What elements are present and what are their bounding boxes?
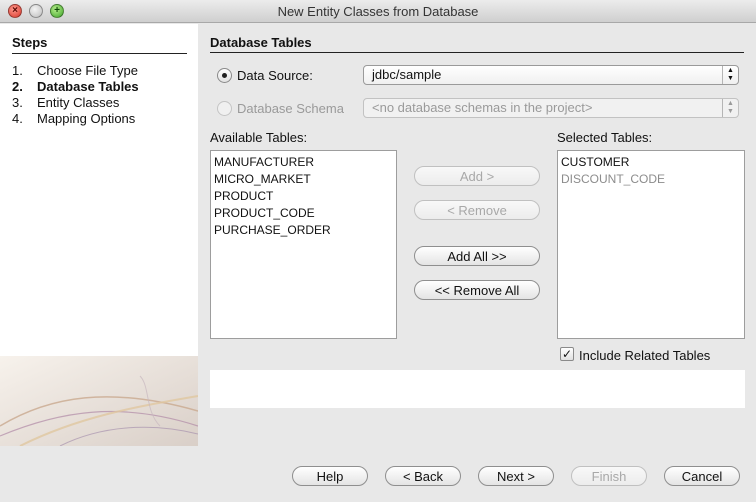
panel-title: Database Tables (210, 35, 744, 53)
data-source-label: Data Source: (237, 68, 313, 83)
add-button[interactable]: Add > (414, 166, 540, 186)
add-all-button[interactable]: Add All >> (414, 246, 540, 266)
selected-tables-label: Selected Tables: (557, 130, 653, 145)
include-related-tables-checkbox[interactable]: ✓ (560, 347, 574, 361)
database-schema-label: Database Schema (237, 101, 344, 116)
cancel-button[interactable]: Cancel (664, 466, 740, 486)
list-item[interactable]: PURCHASE_ORDER (211, 222, 396, 239)
window-title-bar: × + New Entity Classes from Database (0, 0, 756, 23)
available-tables-list[interactable]: MANUFACTURER MICRO_MARKET PRODUCT PRODUC… (210, 150, 397, 339)
step-number: 4. (12, 111, 23, 126)
help-button[interactable]: Help (292, 466, 368, 486)
database-tables-panel: Database Tables Data Source: jdbc/sample… (198, 24, 756, 502)
back-button[interactable]: < Back (385, 466, 461, 486)
step-choose-file-type: 1. Choose File Type (12, 63, 138, 78)
step-label: Entity Classes (37, 95, 120, 110)
data-source-radio[interactable] (217, 68, 232, 83)
window-title: New Entity Classes from Database (277, 4, 479, 19)
data-source-value: jdbc/sample (372, 67, 442, 82)
decorative-swoosh-graphic (0, 356, 198, 446)
updown-arrows-icon: ▲ ▼ (722, 99, 738, 117)
message-area (210, 370, 745, 408)
include-related-tables-label: Include Related Tables (579, 348, 711, 363)
list-item[interactable]: DISCOUNT_CODE (558, 171, 744, 188)
list-item[interactable]: MICRO_MARKET (211, 171, 396, 188)
step-database-tables: 2. Database Tables (12, 79, 139, 94)
list-item[interactable]: PRODUCT (211, 188, 396, 205)
list-item[interactable]: PRODUCT_CODE (211, 205, 396, 222)
step-entity-classes: 3. Entity Classes (12, 95, 119, 110)
list-item[interactable]: CUSTOMER (558, 154, 744, 171)
zoom-icon[interactable]: + (50, 4, 64, 18)
database-schema-value: <no database schemas in the project> (372, 100, 593, 115)
steps-sidebar: Steps 1. Choose File Type 2. Database Tabl… (0, 24, 198, 446)
step-label: Mapping Options (37, 111, 136, 126)
remove-button[interactable]: < Remove (414, 200, 540, 220)
step-number: 1. (12, 63, 23, 78)
minimize-icon[interactable] (29, 4, 43, 18)
step-label: Database Tables (37, 79, 139, 94)
updown-arrows-icon: ▲ ▼ (722, 66, 738, 84)
step-number: 3. (12, 95, 23, 110)
close-icon[interactable]: × (8, 4, 22, 18)
finish-button[interactable]: Finish (571, 466, 647, 486)
step-number: 2. (12, 79, 23, 94)
available-tables-label: Available Tables: (210, 130, 308, 145)
selected-tables-list[interactable]: CUSTOMER DISCOUNT_CODE (557, 150, 745, 339)
steps-title: Steps (12, 35, 187, 54)
next-button[interactable]: Next > (478, 466, 554, 486)
step-label: Choose File Type (37, 63, 138, 78)
database-schema-radio[interactable] (217, 101, 232, 116)
step-mapping-options: 4. Mapping Options (12, 111, 135, 126)
data-source-select[interactable]: jdbc/sample ▲ ▼ (363, 65, 739, 85)
database-schema-select[interactable]: <no database schemas in the project> ▲ ▼ (363, 98, 739, 118)
list-item[interactable]: MANUFACTURER (211, 154, 396, 171)
remove-all-button[interactable]: << Remove All (414, 280, 540, 300)
checkmark-icon: ✓ (561, 347, 573, 361)
